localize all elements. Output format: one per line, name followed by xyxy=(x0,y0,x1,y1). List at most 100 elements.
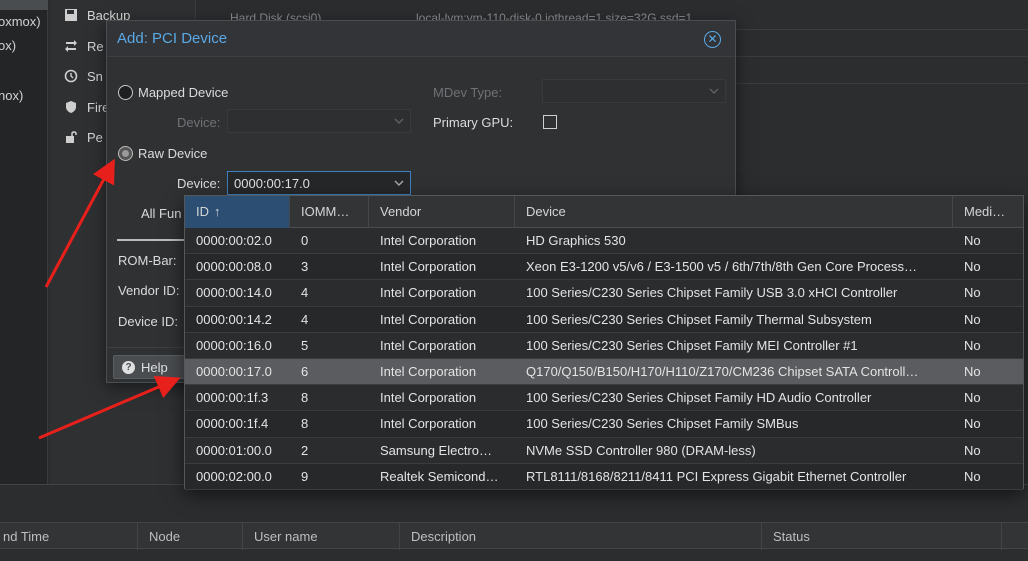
tree-item[interactable]: oxmox) xyxy=(0,14,41,29)
help-button[interactable]: ? Help xyxy=(113,355,185,379)
cell-iommu: 6 xyxy=(301,363,309,379)
picker-body: 0000:00:02.0 0 Intel Corporation HD Graphic… xyxy=(185,228,1023,490)
menu-item-permissions[interactable]: Pe xyxy=(64,127,103,147)
cell-vendor: Intel Corporation xyxy=(380,233,477,248)
device-row[interactable]: 0000:00:14.0 4 Intel Corporation 100 Series… xyxy=(185,280,1023,307)
mapped-device-radio[interactable] xyxy=(118,85,133,100)
cell-mdev: No xyxy=(964,233,981,248)
rom-bar-label: ROM-Bar: xyxy=(118,253,177,268)
raw-device-label[interactable]: Raw Device xyxy=(138,146,207,161)
tree-item[interactable]: ox) xyxy=(0,38,16,53)
cell-vendor: Intel Corporation xyxy=(380,311,477,327)
cell-iommu: 3 xyxy=(301,259,309,275)
cell-iommu: 2 xyxy=(301,442,309,458)
device-row[interactable]: 0000:00:02.0 0 Intel Corporation HD Graphic… xyxy=(185,228,1023,255)
cell-id: 0000:00:02.0 xyxy=(196,233,272,248)
column-id[interactable]: ID ↑ xyxy=(185,196,290,228)
cell-mdev: No xyxy=(964,311,981,327)
cell-vendor: Intel Corporation xyxy=(380,363,477,379)
cell-iommu: 0 xyxy=(301,233,309,248)
cell-device: Xeon E3-1200 v5/v6 / E3-1500 v5 / 6th/7t… xyxy=(526,259,917,275)
cell-id: 0000:00:16.0 xyxy=(196,337,272,353)
raw-device-field-label: Device: xyxy=(177,176,221,191)
primary-gpu-checkbox[interactable] xyxy=(543,115,557,129)
task-col-user[interactable]: User name xyxy=(243,523,400,550)
pci-device-picker: ID ↑ IOMM… Vendor Device Medi… 0000:00:02… xyxy=(184,195,1024,490)
resource-tree: oxmox) ox) nox) xyxy=(0,0,48,484)
cell-iommu: 4 xyxy=(301,285,309,301)
primary-gpu-label: Primary GPU: xyxy=(433,115,514,130)
cell-vendor: Samsung Electro… xyxy=(380,442,492,458)
cell-iommu: 9 xyxy=(301,468,309,484)
chevron-down-icon xyxy=(394,118,404,124)
task-col-description[interactable]: Description xyxy=(400,523,762,550)
divider xyxy=(117,239,187,241)
device-row[interactable]: 0000:01:00.0 2 Samsung Electro… NVMe SSD Co… xyxy=(185,437,1023,464)
cell-mdev: No xyxy=(964,285,981,301)
cell-id: 0000:00:14.2 xyxy=(196,311,272,327)
picker-header: ID ↑ IOMM… Vendor Device Medi… xyxy=(185,196,1023,228)
menu-item-label: Sn xyxy=(87,68,103,84)
cell-vendor: Realtek Semicond… xyxy=(380,468,499,484)
cell-device: 100 Series/C230 Series Chipset Family SM… xyxy=(526,416,799,432)
dialog-title: Add: PCI Device xyxy=(117,30,228,47)
cell-device: 100 Series/C230 Series Chipset Family HD… xyxy=(526,390,872,406)
task-col-end-time[interactable]: nd Time xyxy=(0,523,138,550)
cell-mdev: No xyxy=(964,416,981,432)
menu-item-snapshots[interactable]: Sn xyxy=(64,66,103,86)
raw-device-value: 0000:00:17.0 xyxy=(234,176,310,191)
cell-vendor: Intel Corporation xyxy=(380,390,477,406)
column-iommu[interactable]: IOMM… xyxy=(290,196,369,228)
cell-id: 0000:01:00.0 xyxy=(196,442,272,458)
tree-selected-item[interactable] xyxy=(0,0,48,10)
device-row[interactable]: 0000:00:1f.4 8 Intel Corporation 100 Series… xyxy=(185,411,1023,438)
device-id-label: Device ID: xyxy=(118,314,178,329)
cell-iommu: 5 xyxy=(301,337,309,353)
mdev-type-label: MDev Type: xyxy=(433,85,503,100)
cell-id: 0000:02:00.0 xyxy=(196,468,272,484)
cell-device: 100 Series/C230 Series Chipset Family US… xyxy=(526,285,898,301)
chevron-down-icon xyxy=(394,180,404,186)
device-row[interactable]: 0000:02:00.0 9 Realtek Semicond… RTL8111/81… xyxy=(185,463,1023,490)
device-row[interactable]: 0000:00:08.0 3 Intel Corporation Xeon E3-12… xyxy=(185,254,1023,281)
task-col-node[interactable]: Node xyxy=(138,523,243,550)
cell-id: 0000:00:1f.4 xyxy=(196,416,269,432)
unlock-icon xyxy=(66,131,77,143)
raw-device-select[interactable]: 0000:00:17.0 xyxy=(227,171,411,195)
task-col-status[interactable]: Status xyxy=(762,523,1002,550)
cell-device: Q170/Q150/B150/H170/H110/Z170/CM236 Chip… xyxy=(526,363,919,379)
cell-device: 100 Series/C230 Series Chipset Family ME… xyxy=(526,337,858,353)
device-row[interactable]: 0000:00:16.0 5 Intel Corporation 100 Series… xyxy=(185,332,1023,359)
column-mdev[interactable]: Medi… xyxy=(953,196,1023,228)
menu-item-firewall[interactable]: Fire xyxy=(64,97,109,117)
device-row[interactable]: 0000:00:17.0 6 Intel Corporation Q170/Q150/… xyxy=(185,358,1023,386)
cell-device: RTL8111/8168/8211/8411 PCI Express Gigab… xyxy=(526,468,907,484)
help-label: Help xyxy=(141,359,168,375)
tree-item[interactable]: nox) xyxy=(0,88,23,103)
column-device[interactable]: Device xyxy=(515,196,953,228)
device-row[interactable]: 0000:00:14.2 4 Intel Corporation 100 Series… xyxy=(185,306,1023,333)
cell-device: 100 Series/C230 Series Chipset Family Th… xyxy=(526,311,872,327)
column-vendor[interactable]: Vendor xyxy=(369,196,515,228)
device-row[interactable]: 0000:00:1f.3 8 Intel Corporation 100 Series… xyxy=(185,385,1023,412)
cell-id: 0000:00:1f.3 xyxy=(196,390,269,406)
chevron-down-icon xyxy=(709,88,719,94)
menu-item-replication[interactable]: Re xyxy=(64,36,104,56)
task-log: nd Time Node User name Description Statu… xyxy=(0,484,1028,561)
vendor-id-label: Vendor ID: xyxy=(118,283,180,298)
mapped-device-select xyxy=(227,109,411,133)
mapped-device-label[interactable]: Mapped Device xyxy=(138,85,228,100)
cell-vendor: Intel Corporation xyxy=(380,416,477,432)
question-icon: ? xyxy=(122,360,135,374)
floppy-icon xyxy=(65,9,77,21)
close-button[interactable]: ✕ xyxy=(704,31,721,48)
history-icon xyxy=(64,69,78,83)
cell-mdev: No xyxy=(964,337,981,353)
mapped-device-field-label: Device: xyxy=(177,115,221,130)
menu-item-label: Pe xyxy=(87,129,103,145)
all-functions-label: All Fun xyxy=(141,206,182,221)
raw-device-radio[interactable] xyxy=(118,146,133,161)
cell-device: NVMe SSD Controller 980 (DRAM-less) xyxy=(526,442,756,458)
cell-id: 0000:00:17.0 xyxy=(196,363,272,379)
mdev-type-select xyxy=(542,79,726,103)
